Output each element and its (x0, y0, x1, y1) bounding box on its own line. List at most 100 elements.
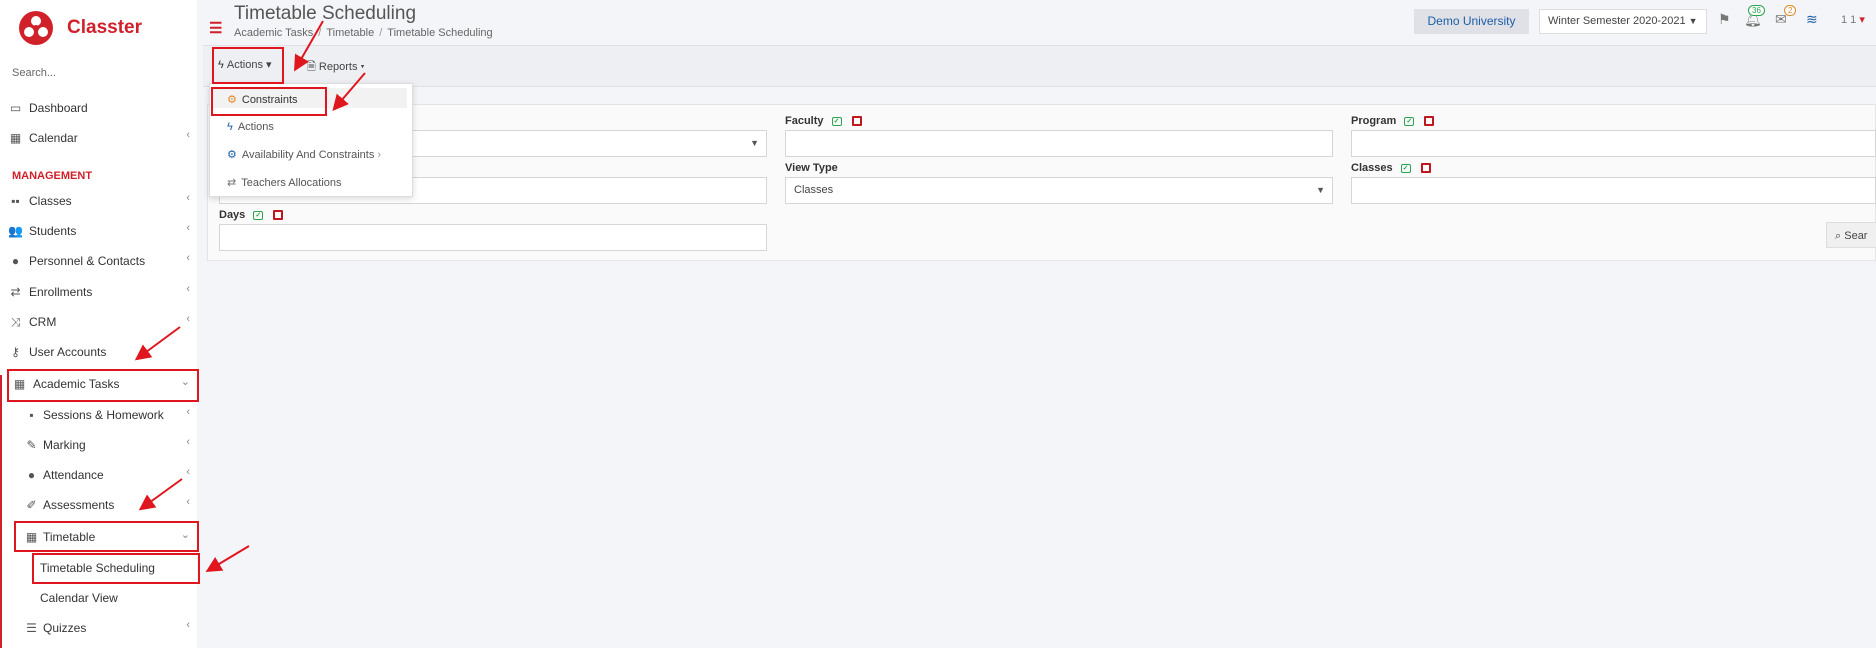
sidebar-item-label: Personnel & Contacts (29, 254, 146, 268)
clear-icon[interactable] (1420, 163, 1431, 174)
sidebar-item-quizzes[interactable]: ☰ Quizzes ‹ (0, 615, 197, 641)
dropdown-item-teachers-allocations[interactable]: ⇄ Teachers Allocations (227, 176, 342, 189)
search-icon: ⌕ (1835, 230, 1842, 242)
caret-down-icon: ▾ (1859, 14, 1865, 26)
chevron-left-icon: ‹ (186, 496, 190, 508)
sidebar-item-label: Enrollments (29, 285, 93, 299)
sidebar-item-students[interactable]: 👥 Students ‹ (0, 218, 197, 244)
breadcrumb: Academic Tasks / Timetable / Timetable Sched… (234, 27, 493, 39)
classes-icon: ▪▪ (11, 194, 20, 208)
dropdown-item-label: Actions (237, 121, 274, 133)
sidebar-item-calendar[interactable]: ▦ Calendar ‹ (0, 125, 197, 151)
clear-icon[interactable] (273, 210, 284, 221)
sidebar-item-dashboard[interactable]: ▭ Dashboard (0, 95, 197, 121)
program-label: Program ✓ (1351, 115, 1435, 127)
chevron-left-icon: ‹ (186, 313, 190, 325)
faculty-input[interactable] (785, 130, 1333, 157)
sidebar-item-label: Classes (29, 194, 72, 208)
app-name: Classter (67, 17, 142, 38)
caret-down-icon: ▼ (1316, 185, 1325, 195)
person-icon: ● (11, 254, 20, 268)
teacher-icon: ▪ (29, 408, 34, 422)
chevron-left-icon: ‹ (186, 192, 190, 204)
pencil-square-icon: ✐ (26, 498, 37, 512)
classter-logo[interactable] (18, 10, 54, 49)
search-label: Sear (1844, 230, 1868, 242)
exchange-icon: ⇄ (227, 177, 237, 189)
chevron-left-icon: ‹ (186, 436, 190, 448)
clear-icon[interactable] (851, 116, 862, 127)
sidebar-item-label: Attendance (43, 468, 104, 482)
chevron-left-icon: ‹ (186, 283, 190, 295)
check-all-icon[interactable]: ✓ (1404, 116, 1415, 126)
institution-button[interactable]: Demo University (1414, 9, 1529, 34)
classes-label-text: Classes (1351, 162, 1393, 174)
students-icon: 👥 (8, 224, 23, 238)
view-type-value: Classes (794, 184, 834, 196)
dropdown-item-label: Teachers Allocations (241, 177, 342, 189)
bolt-icon: ϟ (227, 121, 233, 133)
sidebar-item-label: Sessions & Homework (43, 408, 164, 422)
breadcrumb-item[interactable]: Academic Tasks (234, 27, 313, 39)
breadcrumb-item: Timetable Scheduling (387, 27, 493, 39)
classes-input[interactable] (1351, 177, 1876, 204)
active-indicator (0, 375, 2, 648)
key-icon: ⚷ (11, 345, 20, 359)
annotation-box (14, 521, 199, 552)
classes-label: Classes ✓ (1351, 162, 1431, 174)
reports-label: Reports (318, 61, 358, 73)
sidebar-item-enrollments[interactable]: ⇄ Enrollments ‹ (0, 279, 197, 305)
laptop-icon: ▭ (9, 101, 22, 115)
page-title: Timetable Scheduling (234, 3, 417, 24)
annotation-box (211, 87, 327, 116)
chevron-left-icon: ‹ (186, 619, 190, 631)
check-all-icon[interactable]: ✓ (831, 116, 842, 126)
user-menu[interactable]: 1 1 ▾ (1841, 13, 1865, 26)
sidebar-item-crm[interactable]: ⤨ CRM ‹ (0, 309, 197, 335)
sidebar-item-marking[interactable]: ✎ Marking ‹ (0, 432, 197, 458)
layers-icon[interactable]: ≋ (1806, 11, 1818, 28)
sidebar-item-label: Quizzes (43, 621, 87, 635)
days-label-text: Days (219, 209, 246, 221)
program-input[interactable] (1351, 130, 1876, 157)
sidebar-item-label: Dashboard (29, 101, 88, 115)
dropdown-item-actions[interactable]: ϟ Actions (227, 121, 274, 133)
faculty-label-text: Faculty (785, 115, 824, 127)
sidebar-item-attendance[interactable]: ● Attendance ‹ (0, 462, 197, 488)
section-heading: MANAGEMENT (12, 170, 93, 182)
check-all-icon[interactable]: ✓ (253, 210, 264, 220)
flag-icon[interactable]: ⚑ (1718, 11, 1731, 28)
annotation-box (7, 369, 199, 402)
faculty-label: Faculty ✓ (785, 115, 862, 127)
days-input[interactable] (219, 224, 767, 251)
search-button[interactable]: ⌕ Sear (1826, 222, 1876, 248)
sidebar-search-input[interactable]: Search... (12, 67, 56, 79)
sidebar-item-classes[interactable]: ▪▪ Classes ‹ (0, 188, 197, 214)
clear-icon[interactable] (1424, 116, 1435, 127)
view-type-select[interactable]: Classes ▼ (785, 177, 1333, 204)
chevron-left-icon: ‹ (186, 129, 190, 141)
breadcrumb-item[interactable]: Timetable (326, 27, 374, 39)
sidebar-item-calendar-view[interactable]: Calendar View (0, 585, 197, 611)
check-all-icon[interactable]: ✓ (1400, 163, 1411, 173)
reports-button[interactable]: 🗎︎ Reports ▾ (307, 58, 365, 77)
chevron-left-icon: ‹ (186, 222, 190, 234)
dropdown-item-availability[interactable]: ⚙ Availability And Constraints › (227, 148, 381, 161)
semester-select[interactable]: Winter Semester 2020-2021 ▼ (1539, 9, 1707, 34)
user-check-icon: ● (27, 468, 36, 482)
sidebar-item-label: Assessments (43, 498, 115, 512)
sidebar-item-sessions[interactable]: ▪ Sessions & Homework ‹ (0, 402, 197, 428)
caret-down-icon: ▼ (750, 138, 759, 148)
sidebar-item-user-accounts[interactable]: ⚷ User Accounts (0, 339, 197, 365)
sidebar-item-label: Marking (43, 438, 86, 452)
caret-down-icon: ▼ (1688, 16, 1698, 26)
menu-toggle-icon[interactable]: ☰ (209, 19, 222, 37)
document-icon: 🗎︎ (307, 61, 316, 73)
semester-value: Winter Semester 2020-2021 (1548, 15, 1686, 27)
sidebar-item-assessments[interactable]: ✐ Assessments ‹ (0, 492, 197, 518)
chevron-left-icon: ‹ (186, 252, 190, 264)
calendar-icon: ▦ (9, 131, 22, 145)
mail-badge: 2 (1784, 5, 1797, 16)
sidebar-item-personnel[interactable]: ● Personnel & Contacts ‹ (0, 248, 197, 274)
chevron-left-icon: ‹ (186, 406, 190, 418)
